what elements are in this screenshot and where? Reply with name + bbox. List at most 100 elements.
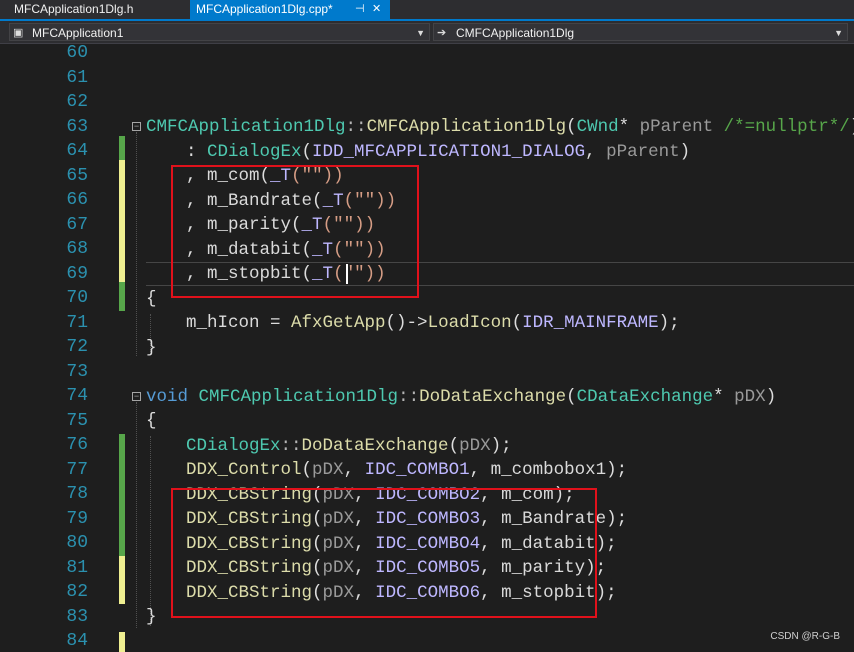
line-number: 64 bbox=[66, 141, 88, 161]
paren-close: ) bbox=[765, 386, 777, 407]
paren-close: ); bbox=[606, 509, 628, 529]
indent-guide bbox=[150, 436, 151, 626]
paren-open: ( bbox=[312, 582, 323, 603]
string-args: ("")) bbox=[291, 166, 344, 186]
member-variable: m_com bbox=[207, 166, 260, 186]
paren-close: ); bbox=[595, 582, 617, 603]
class-name: CMFCApplication1Dlg bbox=[188, 386, 399, 407]
member-variable: m_stopbit bbox=[501, 582, 596, 603]
member-variable: m_parity bbox=[501, 558, 586, 578]
macro: _T bbox=[270, 166, 292, 186]
macro: IDC_COMBO1 bbox=[364, 460, 470, 480]
code-line-75: { bbox=[146, 411, 157, 431]
paren-close: ); bbox=[606, 460, 628, 480]
method-name: LoadIcon bbox=[427, 313, 512, 333]
change-marker-unsaved bbox=[119, 556, 125, 604]
member-variable: m_databit bbox=[501, 533, 596, 554]
comma: , bbox=[480, 533, 502, 554]
comment: /*=nullptr*/ bbox=[713, 117, 850, 137]
pointer-star: * bbox=[618, 117, 640, 137]
project-dropdown-value: MFCApplication1 bbox=[32, 26, 124, 40]
macro: IDD_MFCAPPLICATION1_DIALOG bbox=[312, 141, 586, 162]
function-name: AfxGetApp bbox=[291, 313, 386, 333]
change-marker-unsaved bbox=[119, 632, 125, 652]
paren-open: ( bbox=[301, 460, 313, 480]
parameter: pDX bbox=[322, 582, 355, 603]
comma: , bbox=[354, 558, 376, 578]
navigation-bar: ▣ MFCApplication1 ▼ ➔ CMFCApplication1Dl… bbox=[0, 21, 854, 44]
project-icon: ▣ bbox=[13, 27, 24, 39]
chevron-down-icon: ▼ bbox=[834, 28, 843, 38]
paren-open: ( bbox=[511, 313, 523, 333]
line-number: 83 bbox=[66, 606, 88, 627]
line-number: 72 bbox=[66, 337, 88, 357]
member-variable: m_databit bbox=[207, 239, 302, 260]
parameter: pParent bbox=[639, 117, 714, 137]
comma: , bbox=[469, 460, 491, 480]
line-number: 75 bbox=[66, 410, 88, 431]
paren-close: ); bbox=[658, 313, 680, 333]
line-number: 63 bbox=[66, 116, 88, 137]
paren-open: ( bbox=[312, 558, 323, 578]
line-number: 71 bbox=[66, 312, 88, 333]
paren-open: ( bbox=[301, 239, 313, 260]
line-number: 68 bbox=[66, 239, 88, 259]
paren-open: ( bbox=[301, 264, 313, 284]
code-line-81: DDX_CBString(pDX, IDC_COMBO5, m_parity); bbox=[186, 556, 606, 581]
line-number: 65 bbox=[66, 165, 88, 186]
paren-close: ); bbox=[490, 435, 512, 456]
code-line-66: , m_Bandrate(_T("")) bbox=[186, 189, 396, 214]
line-number: 77 bbox=[66, 459, 88, 480]
scope-operator: :: bbox=[345, 117, 367, 137]
code-line-76: CDialogEx::DoDataExchange(pDX); bbox=[186, 434, 512, 459]
paren-open: ( bbox=[291, 215, 302, 235]
string-args: ("")) bbox=[322, 215, 376, 235]
pointer-star: * bbox=[713, 386, 735, 407]
code-line-64: : CDialogEx(IDD_MFCAPPLICATION1_DIALOG, … bbox=[186, 140, 690, 165]
paren-open: ( bbox=[566, 117, 577, 137]
parameter: pParent bbox=[606, 141, 680, 162]
line-number: 69 bbox=[66, 263, 88, 284]
collapse-icon[interactable]: − bbox=[132, 122, 141, 131]
collapse-icon[interactable]: − bbox=[132, 392, 141, 401]
code-line-68: , m_databit(_T("")) bbox=[186, 238, 386, 263]
code-editor[interactable]: − − 60 61 62 63 64 65 66 67 68 69 70 71 … bbox=[0, 44, 854, 652]
function-name: DoDataExchange bbox=[419, 386, 567, 407]
macro: _T bbox=[312, 239, 334, 260]
macro: IDR_MAINFRAME bbox=[522, 313, 659, 333]
parameter: pDX bbox=[734, 386, 766, 407]
paren-close: ); bbox=[595, 533, 617, 554]
close-icon[interactable]: ✕ bbox=[372, 0, 381, 19]
line-number: 67 bbox=[66, 214, 88, 235]
line-number: 82 bbox=[66, 582, 88, 602]
document-tab-bar: MFCApplication1Dlg.h MFCApplication1Dlg.… bbox=[0, 0, 854, 21]
line-number: 62 bbox=[66, 92, 88, 112]
code-line-79: DDX_CBString(pDX, IDC_COMBO3, m_Bandrate… bbox=[186, 507, 627, 532]
member-variable: m_Bandrate bbox=[501, 509, 607, 529]
code-line-78: DDX_CBString(pDX, IDC_COMBO2, m_com); bbox=[186, 483, 575, 508]
class-name: CMFCApplication1Dlg bbox=[146, 117, 346, 137]
code-line-72: } bbox=[146, 337, 157, 358]
paren-close: ); bbox=[585, 558, 607, 578]
line-number: 84 bbox=[66, 631, 88, 651]
fold-guide bbox=[136, 402, 137, 628]
comma: , bbox=[354, 582, 376, 603]
pin-icon[interactable]: ⊣ bbox=[355, 0, 365, 19]
comma: , bbox=[585, 141, 607, 162]
tab-mfcapplication1dlg-cpp[interactable]: MFCApplication1Dlg.cpp* ⊣ ✕ bbox=[190, 0, 390, 19]
class-dropdown[interactable]: ➔ CMFCApplication1Dlg ▼ bbox=[433, 23, 848, 41]
tab-mfcapplication1dlg-h[interactable]: MFCApplication1Dlg.h bbox=[0, 0, 190, 19]
project-dropdown[interactable]: ▣ MFCApplication1 ▼ bbox=[9, 23, 430, 41]
code-line-63: CMFCApplication1Dlg::CMFCApplication1Dlg… bbox=[146, 115, 854, 140]
function-name: DDX_Control bbox=[186, 460, 302, 480]
macro: IDC_COMBO3 bbox=[375, 509, 481, 529]
parameter: pDX bbox=[322, 533, 355, 554]
parameter: pDX bbox=[459, 435, 491, 456]
tab-label: MFCApplication1Dlg.h bbox=[14, 2, 134, 16]
comma: , bbox=[343, 460, 365, 480]
assignment: = bbox=[259, 313, 292, 333]
paren-open: ( bbox=[312, 509, 323, 529]
watermark: CSDN @R-G-B bbox=[770, 631, 840, 642]
string-args: ("")) bbox=[333, 264, 386, 284]
fold-guide bbox=[136, 132, 137, 356]
